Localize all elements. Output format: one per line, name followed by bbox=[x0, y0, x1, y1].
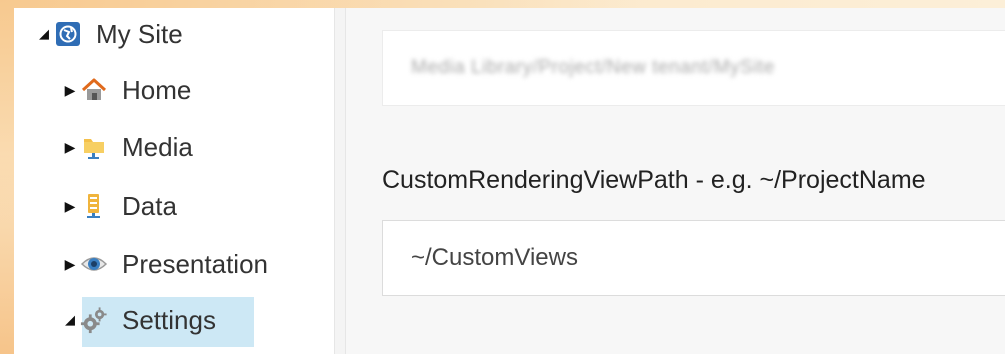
custom-rendering-view-path-input[interactable]: ~/CustomViews bbox=[382, 220, 1005, 296]
collapse-arrow-icon[interactable]: ◢ bbox=[34, 26, 54, 42]
tree-item-label: Settings bbox=[122, 304, 216, 335]
item-path-field: Media Library/Project/New tenant/MySite bbox=[382, 30, 1005, 106]
collapse-arrow-icon[interactable]: ◢ bbox=[60, 312, 80, 328]
tree-item-label: Presentation bbox=[122, 248, 268, 279]
tree-item-label: Media bbox=[122, 131, 193, 162]
expand-arrow-icon[interactable]: ▶ bbox=[60, 198, 80, 215]
data-icon bbox=[80, 192, 108, 220]
expand-arrow-icon[interactable]: ▶ bbox=[60, 82, 80, 99]
tree-item-data[interactable]: ▶ Data bbox=[60, 186, 177, 226]
expand-arrow-icon[interactable]: ▶ bbox=[60, 256, 80, 273]
tree-item-home[interactable]: ▶ Home bbox=[60, 70, 192, 110]
gears-icon bbox=[80, 306, 108, 334]
tree-item-label: Home bbox=[122, 74, 192, 105]
globe-icon bbox=[54, 20, 82, 48]
tree-item-label: My Site bbox=[96, 18, 183, 49]
tree-item-presentation[interactable]: ▶ Presentation bbox=[60, 244, 268, 284]
input-value: ~/CustomViews bbox=[411, 244, 578, 271]
field-label: CustomRenderingViewPath - e.g. ~/Project… bbox=[382, 166, 926, 194]
tree-item-media[interactable]: ▶ Media bbox=[60, 127, 193, 167]
tree-item-my-site[interactable]: ◢ My Site bbox=[34, 14, 183, 54]
eye-icon bbox=[80, 250, 108, 278]
tree-item-label: Data bbox=[122, 190, 177, 221]
item-path-text: Media Library/Project/New tenant/MySite bbox=[411, 57, 775, 78]
house-icon bbox=[80, 76, 108, 104]
media-folder-icon bbox=[80, 133, 108, 161]
panel-splitter[interactable] bbox=[334, 8, 346, 354]
expand-arrow-icon[interactable]: ▶ bbox=[60, 139, 80, 156]
tree-item-settings[interactable]: ◢ Settings bbox=[60, 300, 216, 340]
